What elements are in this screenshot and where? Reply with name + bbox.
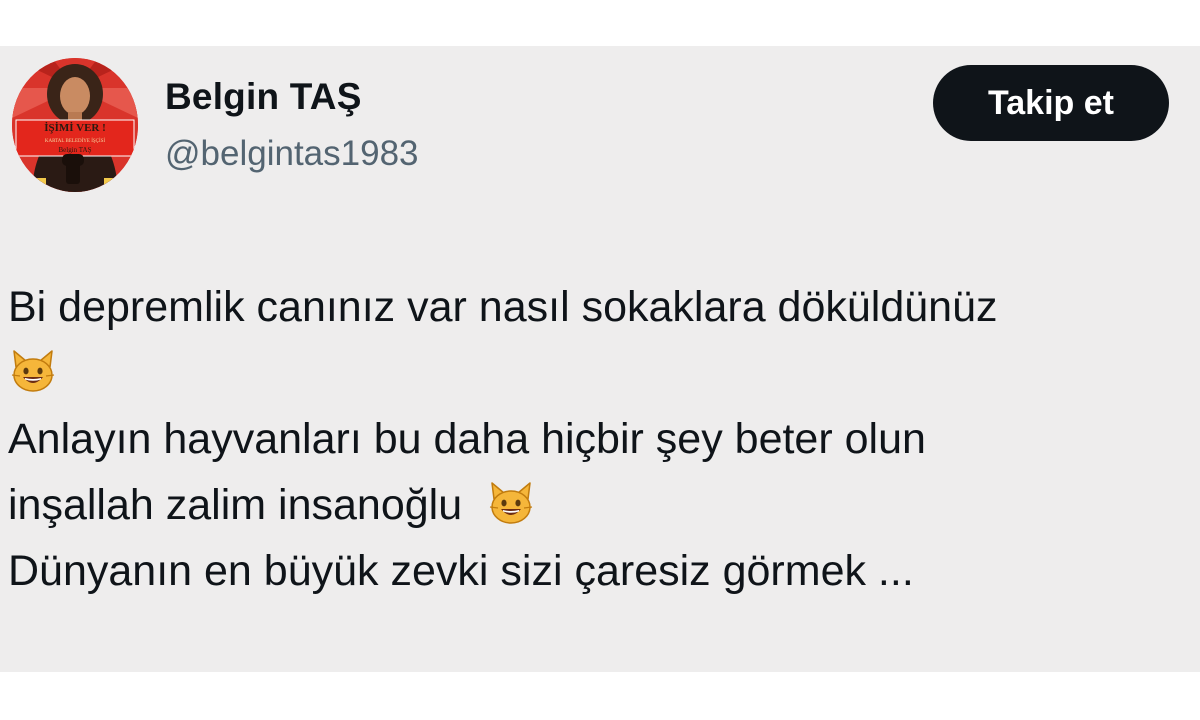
smiling-cat-emoji-icon: [486, 477, 536, 527]
smiling-cat-emoji-icon: [8, 345, 58, 395]
avatar-image: İŞİMİ VER ! KARTAL BELEDİYE İŞÇİSİ Belgi…: [12, 58, 138, 192]
tweet-line-4: Dünyanın en büyük zevki sizi çaresiz gör…: [8, 547, 914, 595]
user-display-name[interactable]: Belgin TAŞ: [165, 76, 362, 118]
avatar-sign-line-2: KARTAL BELEDİYE İŞÇİSİ: [45, 138, 106, 144]
tweet-line-2: Anlayın hayvanları bu daha hiçbir şey be…: [8, 415, 926, 463]
avatar-sign-line-3: Belgin TAŞ: [59, 146, 92, 154]
tweet-line-emoji: [8, 340, 1193, 406]
tweet-text: Bi depremlik canınız var nasıl sokaklara…: [8, 274, 1193, 604]
tweet-line-1: Bi depremlik canınız var nasıl sokaklara…: [8, 283, 998, 331]
tweet-line-3: inşallah zalim insanoğlu: [8, 481, 463, 529]
avatar-sign-line-1: İŞİMİ VER !: [44, 122, 106, 134]
tweet-line-3-wrapper: inşallah zalim insanoğlu: [8, 472, 1193, 538]
avatar[interactable]: İŞİMİ VER ! KARTAL BELEDİYE İŞÇİSİ Belgi…: [12, 58, 138, 192]
user-handle[interactable]: @belgintas1983: [165, 134, 419, 174]
follow-button[interactable]: Takip et: [933, 65, 1169, 141]
tweet-card: İŞİMİ VER ! KARTAL BELEDİYE İŞÇİSİ Belgi…: [0, 46, 1200, 672]
